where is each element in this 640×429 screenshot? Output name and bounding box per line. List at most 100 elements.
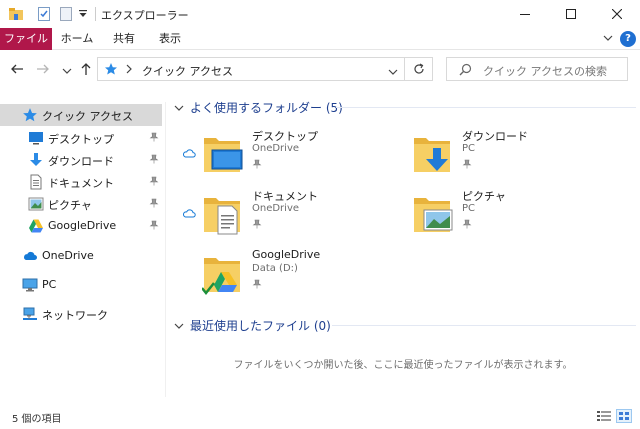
- star-icon: [104, 62, 118, 79]
- search-box[interactable]: クイック アクセスの検索: [446, 57, 628, 81]
- address-dropdown-icon[interactable]: [388, 66, 398, 79]
- pin-icon[interactable]: [252, 159, 262, 172]
- minimize-button[interactable]: [502, 0, 548, 28]
- pin-icon[interactable]: [149, 198, 159, 211]
- google-drive-icon: [28, 218, 44, 234]
- sidebar-item-desktop[interactable]: デスクトップ: [0, 127, 162, 149]
- sidebar-item-pictures[interactable]: ピクチャ: [0, 193, 162, 215]
- sidebar-item-label: ピクチャ: [48, 199, 92, 212]
- sidebar-item-google-drive[interactable]: GoogleDrive: [0, 215, 162, 237]
- title-bar: エクスプローラー: [0, 0, 640, 28]
- explorer-folder-icon[interactable]: [8, 6, 24, 25]
- properties-icon[interactable]: [36, 6, 52, 25]
- sidebar-item-pc[interactable]: PC: [0, 274, 162, 296]
- cloud-status-icon: [182, 208, 196, 221]
- folder-tile-google-drive[interactable]: GoogleDrive Data (D:): [182, 248, 382, 304]
- header-divider: [332, 325, 636, 326]
- recent-locations-icon[interactable]: [62, 65, 72, 78]
- folder-location: PC: [462, 143, 476, 154]
- address-bar[interactable]: クイック アクセス: [97, 57, 405, 81]
- chevron-down-icon[interactable]: [174, 319, 184, 333]
- new-folder-icon[interactable]: [58, 6, 74, 25]
- navigation-bar: クイック アクセス クイック アクセスの検索: [0, 50, 640, 90]
- group-title: 最近使用したファイル (0): [190, 319, 331, 333]
- window-title: エクスプローラー: [101, 9, 189, 22]
- minimize-icon: [520, 14, 530, 15]
- header-divider: [336, 107, 636, 108]
- pin-icon[interactable]: [462, 159, 472, 172]
- google-drive-folder-icon: [201, 250, 246, 298]
- pin-icon[interactable]: [149, 154, 159, 167]
- desktop-folder-icon: [202, 130, 246, 178]
- group-title: よく使用するフォルダー (5): [190, 101, 343, 115]
- item-count: 5 個の項目: [12, 414, 62, 425]
- folder-tile-documents[interactable]: ドキュメント OneDrive: [182, 188, 382, 244]
- folder-name: ドキュメント: [252, 190, 318, 203]
- folder-tile-downloads[interactable]: ダウンロード PC: [392, 128, 592, 184]
- computer-icon: [22, 277, 38, 293]
- pin-icon[interactable]: [149, 176, 159, 189]
- sidebar-item-label: デスクトップ: [48, 133, 114, 146]
- tab-view[interactable]: 表示: [150, 28, 190, 50]
- breadcrumb-quick-access[interactable]: クイック アクセス: [142, 63, 233, 79]
- folder-name: ピクチャ: [462, 190, 506, 203]
- pin-icon[interactable]: [252, 279, 262, 292]
- folder-name: GoogleDrive: [252, 248, 321, 261]
- customize-quick-access-icon[interactable]: [78, 9, 88, 22]
- folder-name: ダウンロード: [462, 130, 528, 143]
- recent-files-empty-message: ファイルをいくつか開いた後、ここに最近使ったファイルが表示されます。: [233, 360, 573, 371]
- download-icon: [28, 152, 44, 168]
- folder-tile-desktop[interactable]: デスクトップ OneDrive: [182, 128, 382, 184]
- sidebar-item-downloads[interactable]: ダウンロード: [0, 149, 162, 171]
- pin-icon[interactable]: [462, 219, 472, 232]
- sidebar-item-label: OneDrive: [42, 249, 94, 262]
- pin-icon[interactable]: [149, 132, 159, 145]
- pin-icon[interactable]: [149, 220, 159, 233]
- content-pane: よく使用するフォルダー (5) デスクトップ OneDrive ダウンロード P…: [166, 92, 640, 397]
- document-icon: [28, 174, 44, 190]
- sidebar-item-label: ドキュメント: [48, 177, 114, 190]
- recent-files-header[interactable]: 最近使用したファイル (0): [174, 317, 331, 334]
- ribbon-tabs: ファイル ホーム 共有 表示 ?: [0, 28, 640, 50]
- folder-name: デスクトップ: [252, 130, 318, 143]
- sidebar-item-quick-access[interactable]: クイック アクセス: [0, 104, 162, 126]
- tab-home[interactable]: ホーム: [56, 28, 98, 50]
- large-icons-view-icon[interactable]: [616, 409, 632, 423]
- expand-ribbon-icon[interactable]: [602, 32, 614, 47]
- title-separator: [95, 7, 96, 21]
- sidebar-item-label: ネットワーク: [42, 309, 108, 322]
- back-icon[interactable]: [10, 62, 24, 79]
- sidebar-item-label: クイック アクセス: [42, 110, 133, 123]
- search-icon: [459, 63, 472, 79]
- sidebar-item-documents[interactable]: ドキュメント: [0, 171, 162, 193]
- folder-tile-pictures[interactable]: ピクチャ PC: [392, 188, 592, 244]
- folder-location: Data (D:): [252, 263, 298, 274]
- refresh-button[interactable]: [405, 57, 433, 81]
- forward-icon[interactable]: [36, 62, 50, 79]
- star-icon: [22, 107, 38, 123]
- folder-location: PC: [462, 203, 476, 214]
- details-view-icon[interactable]: [596, 409, 612, 423]
- tab-file[interactable]: ファイル: [0, 28, 52, 50]
- pictures-folder-icon: [412, 190, 456, 238]
- close-button[interactable]: [594, 0, 640, 28]
- help-button[interactable]: ?: [620, 31, 636, 47]
- chevron-down-icon[interactable]: [174, 101, 184, 115]
- network-icon: [22, 306, 38, 322]
- tab-share[interactable]: 共有: [104, 28, 144, 50]
- maximize-icon: [566, 9, 576, 19]
- breadcrumb-chevron-icon[interactable]: [125, 63, 133, 78]
- up-icon[interactable]: [79, 62, 93, 79]
- close-icon: [612, 9, 622, 19]
- sidebar-item-network[interactable]: ネットワーク: [0, 303, 162, 325]
- folder-location: OneDrive: [252, 143, 300, 154]
- maximize-button[interactable]: [548, 0, 594, 28]
- search-input[interactable]: クイック アクセスの検索: [483, 63, 607, 79]
- pin-icon[interactable]: [252, 219, 262, 232]
- status-bar: 5 個の項目: [0, 404, 640, 429]
- pictures-icon: [28, 196, 44, 212]
- sidebar-item-onedrive[interactable]: OneDrive: [0, 245, 162, 267]
- navigation-pane: クイック アクセス デスクトップ ダウンロード ドキュメント ピクチャ Goog: [0, 102, 166, 397]
- desktop-icon: [28, 130, 44, 146]
- frequent-folders-header[interactable]: よく使用するフォルダー (5): [174, 99, 343, 116]
